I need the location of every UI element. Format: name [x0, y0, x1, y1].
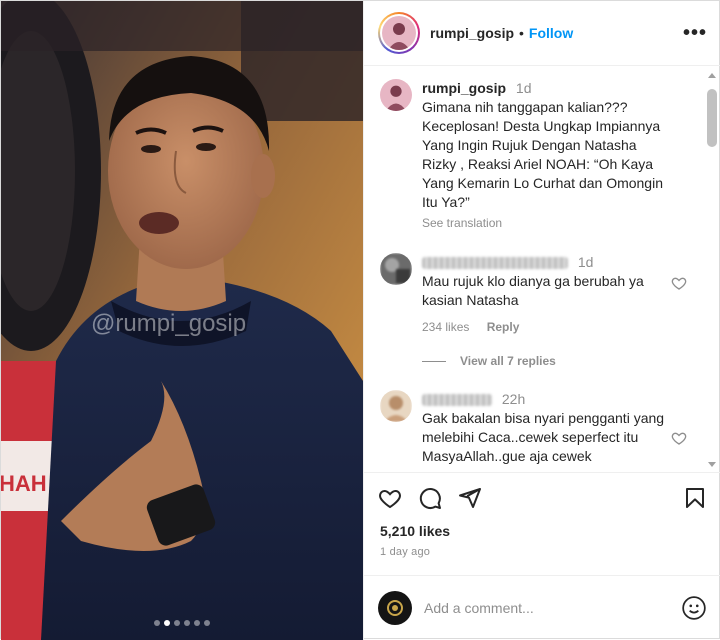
- comment-likes-count[interactable]: 234 likes: [422, 320, 469, 334]
- comment-body: 22h Gak bakalan bisa nyari pengganti yan…: [422, 390, 672, 466]
- carousel-dot: [204, 620, 210, 626]
- current-user-avatar: [378, 591, 412, 625]
- add-comment-input[interactable]: [424, 600, 681, 616]
- carousel-dot: [154, 620, 160, 626]
- instagram-post-modal: @rumpi_gosip HAH rumpi_gosip • Follow ••…: [0, 0, 720, 640]
- comments-scrollbar[interactable]: [705, 71, 719, 469]
- paper-plane-icon[interactable]: [458, 486, 482, 510]
- comment-time[interactable]: 1d: [578, 254, 594, 270]
- follow-button[interactable]: Follow: [529, 25, 573, 41]
- comment-item: 1d Mau rujuk klo dianya ga berubah ya ka…: [380, 253, 705, 310]
- media-partial-text: HAH: [1, 471, 47, 496]
- caption-text: Gimana nih tanggapan kalian??? Keceplosa…: [422, 99, 663, 210]
- post-header: rumpi_gosip • Follow •••: [364, 1, 720, 66]
- author-avatar: [382, 16, 416, 50]
- likes-count[interactable]: 5,210 likes: [380, 523, 450, 539]
- heart-icon[interactable]: [378, 486, 402, 510]
- caption-time[interactable]: 1d: [516, 80, 532, 96]
- reply-button[interactable]: Reply: [487, 320, 520, 334]
- post-actions: [364, 472, 720, 522]
- comments-list[interactable]: rumpi_gosip 1d Gimana nih tanggapan kali…: [364, 67, 720, 471]
- replies-divider: [422, 360, 446, 362]
- comment-time[interactable]: 22h: [502, 391, 525, 407]
- bookmark-icon[interactable]: [683, 486, 707, 510]
- comment-like-icon[interactable]: [671, 275, 687, 291]
- comment-body: 1d Mau rujuk klo dianya ga berubah ya ka…: [422, 253, 672, 310]
- comment-text: Gak bakalan bisa nyari pengganti yang me…: [422, 410, 665, 464]
- add-comment-bar: [364, 575, 720, 640]
- author-username[interactable]: rumpi_gosip: [430, 25, 514, 41]
- commenter-avatar[interactable]: [380, 390, 412, 422]
- post-media[interactable]: @rumpi_gosip HAH: [1, 1, 363, 640]
- separator-dot: •: [519, 25, 524, 41]
- scroll-down-arrow-icon[interactable]: [708, 462, 716, 467]
- comment-item: 22h Gak bakalan bisa nyari pengganti yan…: [380, 390, 705, 466]
- comment-text: Mau rujuk klo dianya ga berubah ya kasia…: [422, 273, 644, 308]
- watermark-text: @rumpi_gosip: [91, 310, 246, 337]
- commenter-username-blurred[interactable]: [422, 257, 568, 270]
- caption-body: rumpi_gosip 1d Gimana nih tanggapan kali…: [422, 79, 672, 233]
- author-avatar-ring[interactable]: [378, 12, 420, 54]
- more-options-icon[interactable]: •••: [683, 22, 707, 45]
- carousel-dot: [164, 620, 170, 626]
- view-replies-button[interactable]: View all 7 replies: [422, 354, 705, 368]
- post-photo: @rumpi_gosip HAH: [1, 1, 363, 640]
- comment-meta: 234 likes Reply: [422, 320, 705, 334]
- carousel-indicator: [1, 620, 363, 626]
- smiley-icon[interactable]: [681, 595, 707, 621]
- scroll-thumb[interactable]: [707, 89, 717, 147]
- commenter-avatar[interactable]: [380, 253, 412, 285]
- caption-avatar[interactable]: [380, 79, 412, 111]
- comment-icon[interactable]: [418, 486, 442, 510]
- carousel-dot: [184, 620, 190, 626]
- view-replies-label: View all 7 replies: [460, 354, 556, 368]
- commenter-username-blurred[interactable]: [422, 394, 492, 407]
- caption-username[interactable]: rumpi_gosip: [422, 80, 506, 96]
- see-translation-link[interactable]: See translation: [422, 214, 672, 233]
- carousel-dot: [194, 620, 200, 626]
- comment-like-icon[interactable]: [671, 430, 687, 446]
- post-details-panel: rumpi_gosip • Follow ••• rumpi_gosip 1d …: [363, 1, 720, 640]
- scroll-up-arrow-icon[interactable]: [708, 73, 716, 78]
- carousel-dot: [174, 620, 180, 626]
- caption: rumpi_gosip 1d Gimana nih tanggapan kali…: [380, 79, 705, 233]
- post-date[interactable]: 1 day ago: [380, 546, 430, 558]
